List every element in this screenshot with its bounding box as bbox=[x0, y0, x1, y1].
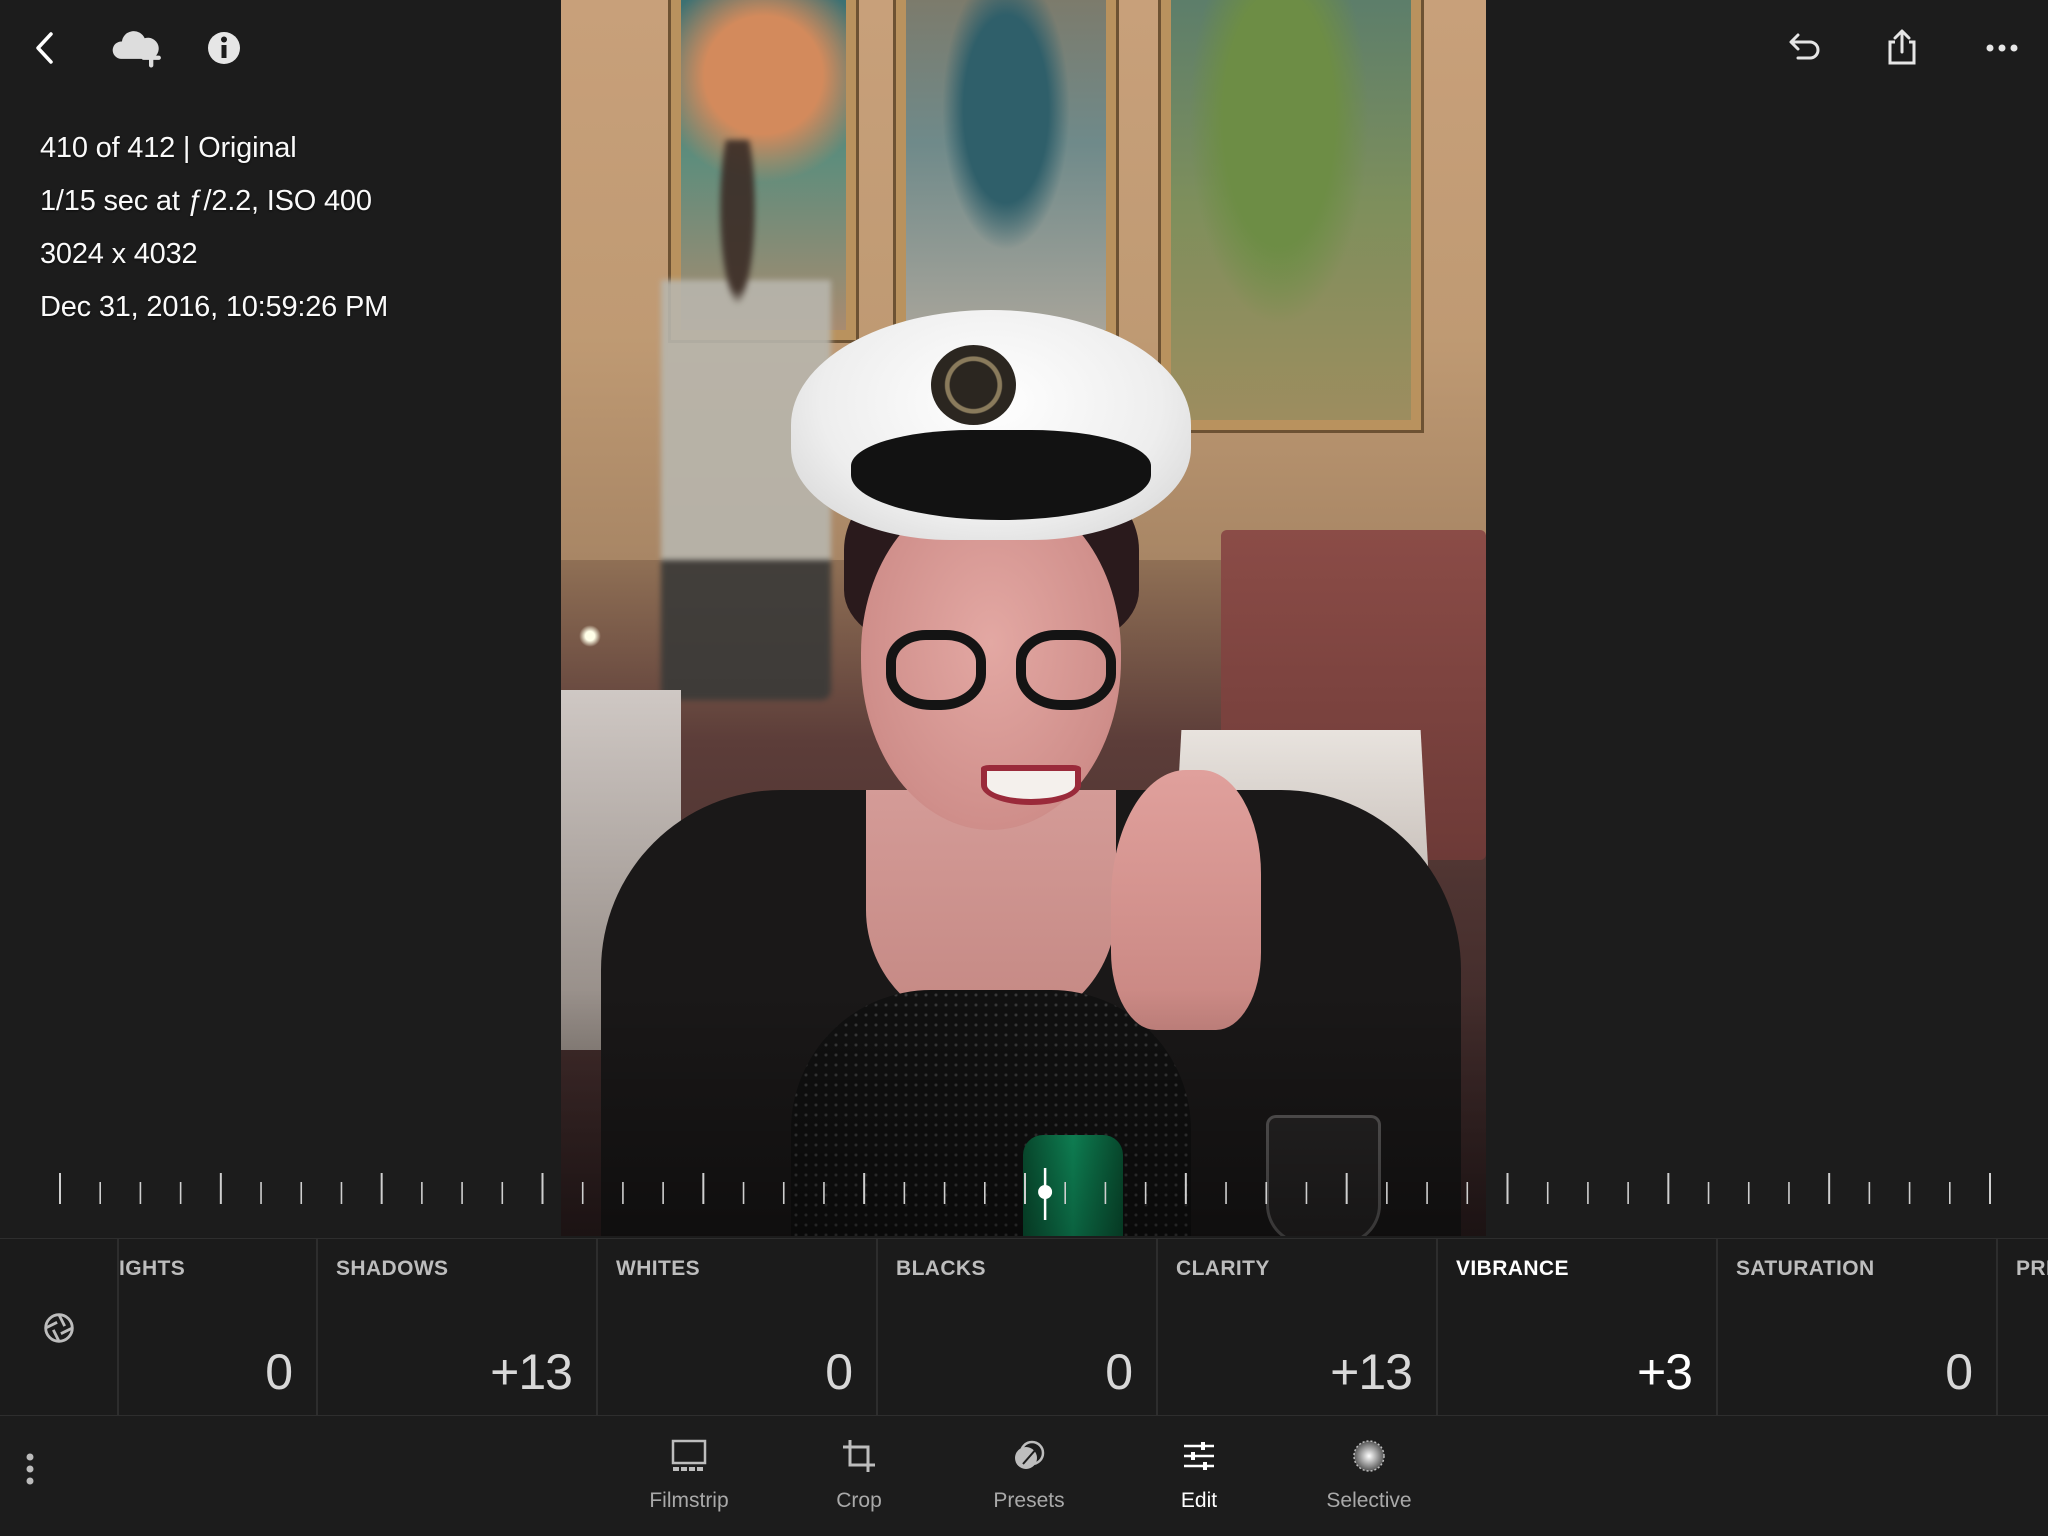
adjustment-saturation[interactable]: SATURATION 0 bbox=[1718, 1239, 1998, 1415]
slider-ruler[interactable] bbox=[0, 1160, 2048, 1230]
cloud-add-icon[interactable] bbox=[110, 22, 162, 74]
adjustment-strip[interactable]: IGHTS 0 SHADOWS +13 WHITES 0 BLACKS 0 CLARITY +13… bbox=[0, 1238, 2048, 1416]
bottom-toolbar: Filmstrip Crop Presets Edit Selective bbox=[0, 1417, 2048, 1536]
adjustment-name: VIBRANCE bbox=[1456, 1257, 1569, 1280]
adjustment-blacks[interactable]: BLACKS 0 bbox=[878, 1239, 1158, 1415]
adjustment-whites[interactable]: WHITES 0 bbox=[598, 1239, 878, 1415]
tool-crop[interactable]: Crop bbox=[789, 1431, 929, 1531]
adjustment-slider[interactable] bbox=[0, 1160, 2048, 1230]
adjustment-name: WHITES bbox=[616, 1257, 701, 1280]
adjustment-name: BLACKS bbox=[896, 1257, 986, 1280]
adjustment-name: PRI bbox=[2016, 1257, 2048, 1280]
adjustment-name: SHADOWS bbox=[336, 1257, 449, 1280]
adjustment-clarity[interactable]: CLARITY +13 bbox=[1158, 1239, 1438, 1415]
photo-canvas[interactable] bbox=[561, 0, 1486, 1236]
more-horizontal-icon[interactable] bbox=[1976, 22, 2028, 74]
adjustment-name: SATURATION bbox=[1736, 1257, 1875, 1280]
photo-dimensions-text: 3024 x 4032 bbox=[40, 238, 198, 270]
adjustment-value: 0 bbox=[1945, 1344, 1973, 1400]
more-vertical-icon[interactable] bbox=[14, 1439, 46, 1499]
photo-info-overlay: 410 of 412 | Original 1/15 sec at ƒ/2.2,… bbox=[40, 122, 388, 334]
adjustment-ights[interactable]: IGHTS 0 bbox=[119, 1239, 318, 1415]
info-icon[interactable] bbox=[198, 22, 250, 74]
adjustment-name: IGHTS bbox=[119, 1257, 186, 1280]
back-chevron-icon[interactable] bbox=[20, 22, 72, 74]
tool-filmstrip-label: Filmstrip bbox=[649, 1489, 729, 1512]
adjustment-pri[interactable]: PRI bbox=[1998, 1239, 2048, 1415]
adjustment-value: +13 bbox=[490, 1344, 573, 1400]
tool-selective-label: Selective bbox=[1326, 1489, 1412, 1512]
tool-presets[interactable]: Presets bbox=[959, 1431, 1099, 1531]
tool-edit-label: Edit bbox=[1180, 1489, 1218, 1512]
tool-presets-label: Presets bbox=[993, 1489, 1065, 1512]
adjustment-shadows[interactable]: SHADOWS +13 bbox=[318, 1239, 598, 1415]
presets-icon bbox=[959, 1431, 1099, 1481]
adjustment-value: 0 bbox=[265, 1344, 293, 1400]
reset-aperture-icon[interactable] bbox=[0, 1239, 119, 1415]
edit-sliders-icon bbox=[1129, 1431, 1269, 1481]
selective-icon bbox=[1299, 1431, 1439, 1481]
undo-icon[interactable] bbox=[1778, 22, 1830, 74]
adjustment-value: 0 bbox=[825, 1344, 853, 1400]
photo-position-text: 410 of 412 | Original bbox=[40, 132, 297, 164]
adjustment-value: 0 bbox=[1105, 1344, 1133, 1400]
tool-filmstrip[interactable]: Filmstrip bbox=[619, 1431, 759, 1531]
slider-handle[interactable] bbox=[1038, 1185, 1053, 1199]
adjustment-vibrance[interactable]: VIBRANCE +3 bbox=[1438, 1239, 1718, 1415]
tool-crop-label: Crop bbox=[836, 1489, 882, 1512]
share-icon[interactable] bbox=[1876, 22, 1928, 74]
crop-icon bbox=[789, 1431, 929, 1481]
filmstrip-icon bbox=[619, 1431, 759, 1481]
adjustment-value: +3 bbox=[1636, 1344, 1693, 1400]
adjustment-value: +13 bbox=[1330, 1344, 1413, 1400]
photo-exposure-text: 1/15 sec at ƒ/2.2, ISO 400 bbox=[40, 185, 372, 217]
adjustment-name: CLARITY bbox=[1176, 1257, 1270, 1280]
tool-selective[interactable]: Selective bbox=[1299, 1431, 1439, 1531]
tool-edit[interactable]: Edit bbox=[1129, 1431, 1269, 1531]
photo-datetime-text: Dec 31, 2016, 10:59:26 PM bbox=[40, 291, 389, 323]
